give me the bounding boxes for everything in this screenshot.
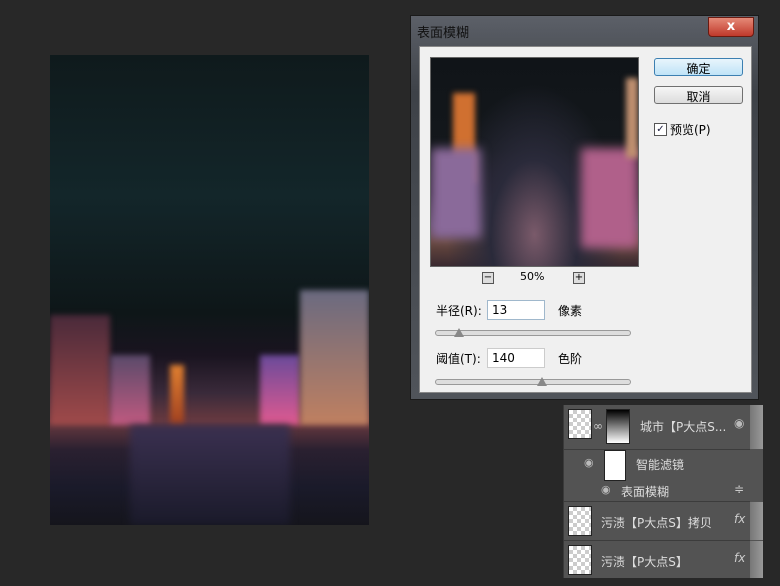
smart-filter-icon: ◉	[734, 416, 745, 430]
scrollbar[interactable]	[750, 405, 763, 449]
layer-name: 污渍【P大点S】拷贝	[601, 516, 712, 530]
layer-mask-thumbnail[interactable]	[606, 409, 630, 444]
layer-name: 污渍【P大点S】	[601, 555, 688, 569]
layer-row-city[interactable]: ∞ 城市【P大点S... ◉	[564, 405, 750, 450]
radius-slider[interactable]	[435, 330, 631, 336]
threshold-input[interactable]: 140	[487, 348, 545, 368]
zoom-in-button[interactable]: +	[573, 272, 585, 284]
checkbox-check-icon[interactable]: ✓	[654, 123, 667, 136]
threshold-label: 阈值(T):	[436, 352, 481, 366]
surface-blur-dialog: 表面模糊 x − 50% + 确定 取消 ✓ 预览(P) 半径(R): 13 像…	[410, 15, 759, 400]
preview-image[interactable]	[430, 57, 639, 267]
layer-row-smart-filter[interactable]: ◉ 智能滤镜	[564, 450, 750, 481]
zoom-out-button[interactable]: −	[482, 272, 494, 284]
threshold-unit: 色阶	[558, 352, 583, 366]
layer-name: 表面模糊	[621, 485, 670, 499]
ok-button[interactable]: 确定	[654, 58, 743, 76]
radius-input[interactable]: 13	[487, 300, 545, 320]
fx-icon[interactable]: fx	[734, 551, 745, 565]
dialog-title: 表面模糊	[417, 26, 470, 41]
threshold-slider[interactable]	[435, 379, 631, 385]
fx-icon[interactable]: fx	[734, 512, 745, 526]
visibility-eye-icon[interactable]: ◉	[584, 456, 594, 469]
filter-options-icon[interactable]: ≑	[734, 482, 744, 496]
scrollbar[interactable]	[750, 502, 763, 540]
preview-checkbox[interactable]: ✓ 预览(P)	[654, 121, 711, 138]
close-icon[interactable]: x	[708, 17, 754, 37]
visibility-eye-icon[interactable]: ◉	[601, 483, 611, 496]
scrollbar[interactable]	[750, 541, 763, 578]
radius-slider-thumb[interactable]	[454, 328, 464, 337]
layer-name: 智能滤镜	[636, 458, 685, 472]
layer-name: 城市【P大点S...	[640, 420, 727, 434]
radius-unit: 像素	[558, 304, 583, 318]
cancel-button[interactable]: 取消	[654, 86, 743, 104]
threshold-slider-thumb[interactable]	[537, 377, 547, 386]
radius-label: 半径(R):	[436, 304, 482, 318]
link-icon[interactable]: ∞	[593, 419, 603, 433]
layer-thumbnail	[568, 409, 592, 439]
layer-row-stain-copy[interactable]: 污渍【P大点S】拷贝 fx	[564, 502, 750, 541]
preview-label: 预览(P)	[670, 123, 711, 137]
document-canvas[interactable]	[50, 55, 369, 525]
zoom-level: 50%	[520, 270, 545, 283]
filter-mask-thumbnail	[604, 450, 626, 481]
layer-row-surface-blur[interactable]: ◉ 表面模糊 ≑	[564, 480, 750, 502]
layer-thumbnail	[568, 506, 592, 536]
dialog-body: − 50% + 确定 取消 ✓ 预览(P) 半径(R): 13 像素 阈值(T)…	[419, 46, 752, 393]
layer-thumbnail	[568, 545, 592, 575]
layer-row-stain[interactable]: 污渍【P大点S】 fx	[564, 541, 750, 578]
layers-panel: ∞ 城市【P大点S... ◉ ◉ 智能滤镜 ◉ 表面模糊 ≑ 污渍【P大点S】拷…	[563, 405, 763, 578]
